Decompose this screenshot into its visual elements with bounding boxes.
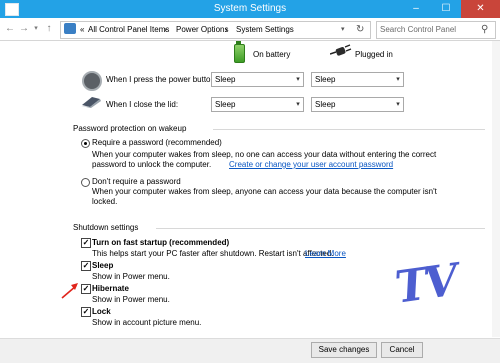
divider [156,228,485,229]
maximize-button[interactable]: ☐ [431,0,461,18]
sleep-desc: Show in Power menu. [92,272,170,281]
lid-label: When I close the lid: [106,100,179,109]
minimize-button[interactable]: – [401,0,431,18]
fast-startup-label[interactable]: Turn on fast startup (recommended) [92,238,229,247]
password-heading: Password protection on wakeup [73,124,187,133]
select-value: Sleep [315,75,336,84]
sleep-checkbox[interactable]: ✓ [81,261,91,271]
col-plugged-in: Plugged in [355,50,393,59]
col-on-battery: On battery [253,50,291,59]
breadcrumb-all-items[interactable]: All Control Panel Items [88,21,169,39]
sleep-label[interactable]: Sleep [92,261,113,270]
lid-plugged-select[interactable]: Sleep ▾ [311,97,404,112]
save-changes-button[interactable]: Save changes [311,342,377,358]
search-icon[interactable]: ⚲ [481,21,488,39]
recent-pages-button[interactable]: ▾ [29,22,43,36]
button-bar [0,338,500,363]
fast-startup-desc: This helps start your PC faster after sh… [92,249,334,258]
chevron-down-icon: ▾ [296,76,300,83]
breadcrumb-separator: › [225,25,228,34]
require-password-desc: When your computer wakes from sleep, no … [92,150,437,159]
power-button-battery-select[interactable]: Sleep ▾ [211,72,304,87]
tv-watermark-logo: TV [392,254,458,314]
chevron-down-icon: ▾ [296,101,300,108]
plug-icon [330,44,352,56]
back-button[interactable]: ← [3,22,17,36]
select-value: Sleep [315,100,336,109]
require-password-label[interactable]: Require a password (recommended) [92,138,222,147]
cancel-button[interactable]: Cancel [381,342,423,358]
control-panel-address-icon [64,23,76,34]
shutdown-heading: Shutdown settings [73,223,139,232]
lid-battery-select[interactable]: Sleep ▾ [211,97,304,112]
learn-more-link[interactable]: Learn More [305,249,346,258]
no-password-desc-2: locked. [92,197,118,206]
refresh-button[interactable]: ↻ [356,21,364,39]
hibernate-label[interactable]: Hibernate [92,284,129,293]
select-value: Sleep [215,75,236,84]
lock-label[interactable]: Lock [92,307,111,316]
breadcrumb-separator: › [164,25,167,34]
fast-startup-checkbox[interactable]: ✓ [81,238,91,248]
hibernate-desc: Show in Power menu. [92,295,170,304]
chevron-down-icon: ▾ [396,101,400,108]
red-arrow-annotation [61,283,78,299]
no-password-label[interactable]: Don't require a password [92,177,181,186]
address-dropdown-button[interactable]: ▾ [341,21,345,39]
battery-icon [234,44,245,63]
change-password-link[interactable]: Create or change your user account passw… [229,160,393,169]
chevron-down-icon: ▾ [396,76,400,83]
close-button[interactable]: ✕ [461,0,500,18]
select-value: Sleep [215,100,236,109]
hibernate-checkbox[interactable]: ✓ [81,284,91,294]
no-password-radio[interactable] [81,178,90,187]
scrollbar[interactable] [492,41,500,337]
divider [213,129,485,130]
laptop-lid-icon [81,97,101,108]
breadcrumb-power-options[interactable]: Power Options [176,21,228,39]
breadcrumb-prefix[interactable]: « [80,21,84,39]
power-button-icon [82,71,102,91]
breadcrumb-system-settings[interactable]: System Settings [236,21,294,39]
lock-checkbox[interactable]: ✓ [81,307,91,317]
power-button-label: When I press the power button: [106,75,218,84]
require-password-radio[interactable] [81,139,90,148]
no-password-desc: When your computer wakes from sleep, any… [92,187,437,196]
power-button-plugged-select[interactable]: Sleep ▾ [311,72,404,87]
search-placeholder: Search Control Panel [380,25,457,34]
up-button[interactable]: ↑ [42,22,56,36]
lock-desc: Show in account picture menu. [92,318,202,327]
require-password-desc-2: password to unlock the computer. [92,160,212,169]
